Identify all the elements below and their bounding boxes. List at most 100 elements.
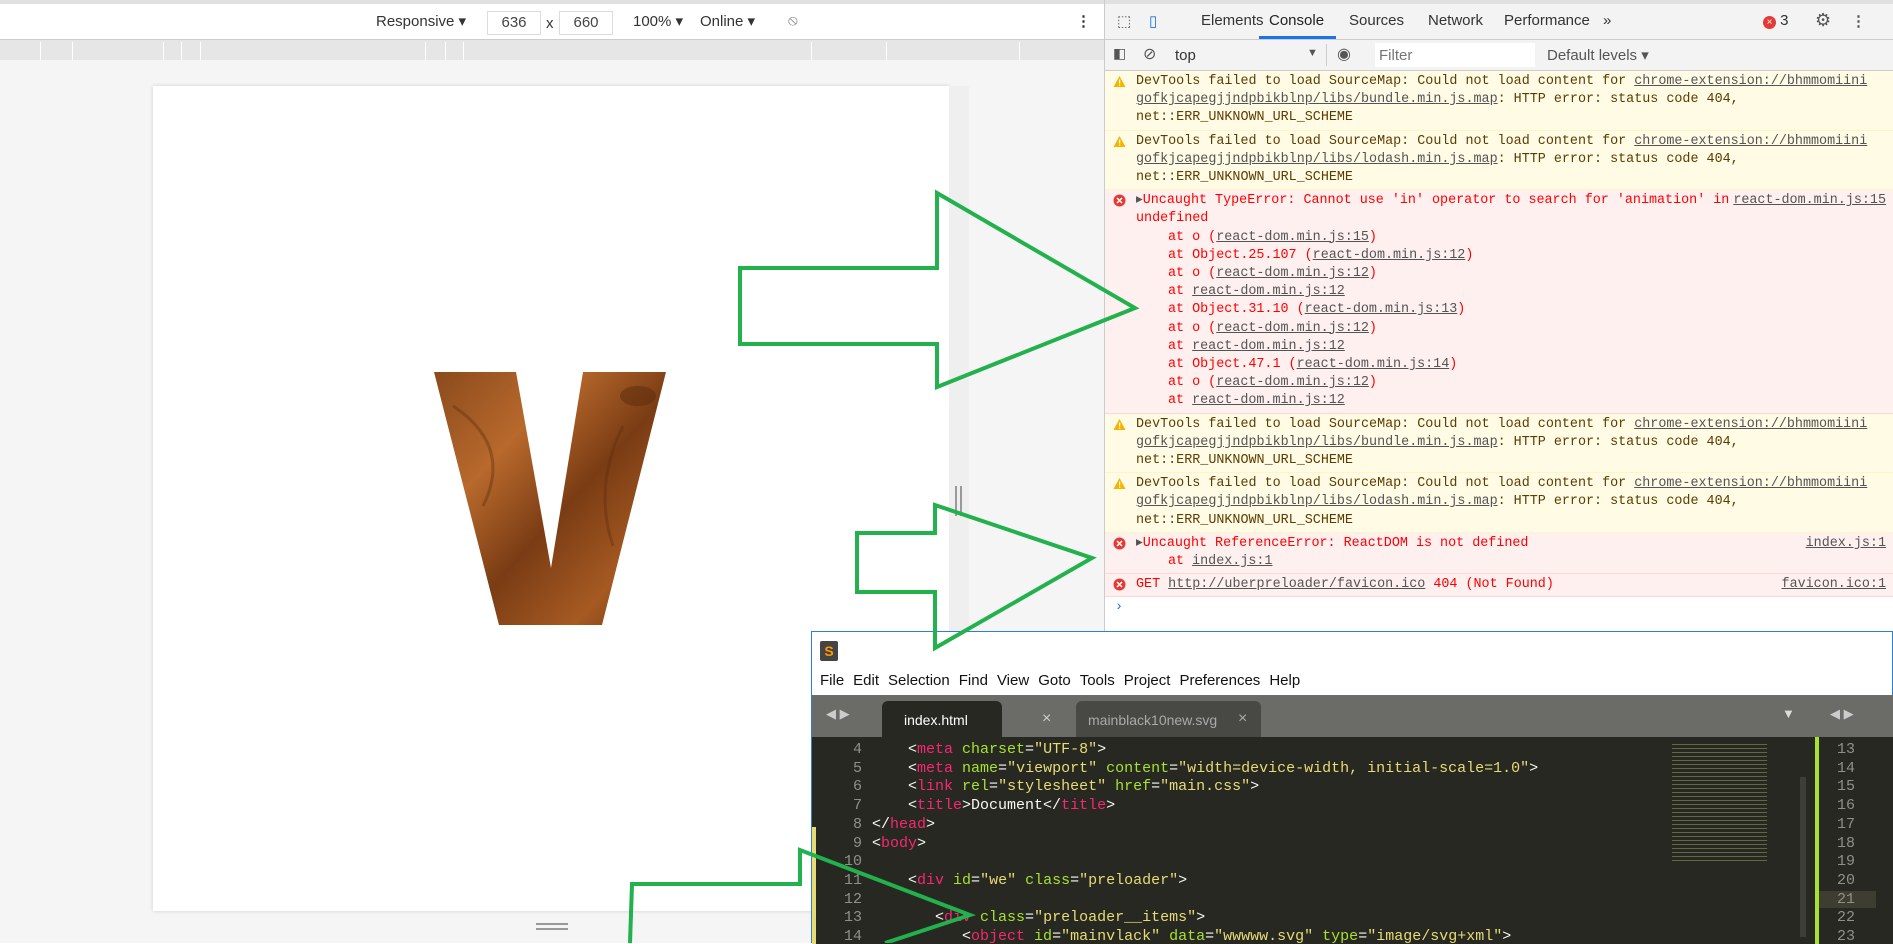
code-token: "UTF-8"	[1034, 741, 1098, 758]
menu-item-file[interactable]: File	[820, 672, 844, 689]
tab-nav-arrows-icon[interactable]: ◀ ▶	[826, 706, 850, 722]
menu-item-selection[interactable]: Selection	[888, 672, 950, 689]
editor-scrollbar[interactable]	[1800, 777, 1806, 937]
stack-frame: at o (react-dom.min.js:12)	[1136, 374, 1886, 392]
menu-item-project[interactable]: Project	[1124, 672, 1171, 689]
stack-link[interactable]: react-dom.min.js:12	[1216, 266, 1369, 281]
throttle-select[interactable]: Online ▾	[700, 12, 755, 30]
stack-link[interactable]: react-dom.min.js:12	[1216, 375, 1369, 390]
stack-link[interactable]: react-dom.min.js:12	[1192, 284, 1345, 299]
stack-prefix: at Object.31.10 (	[1168, 302, 1305, 318]
tab-network[interactable]: Network	[1428, 12, 1483, 29]
device-toolbar-toggle-icon[interactable]: ▯	[1149, 12, 1157, 30]
side-line-number: 14	[1837, 759, 1856, 777]
code-token: <	[872, 778, 918, 796]
close-tab-icon[interactable]: ×	[1238, 710, 1247, 728]
stack-link[interactable]: react-dom.min.js:12	[1313, 248, 1466, 263]
stack-link[interactable]: react-dom.min.js:12	[1192, 393, 1345, 408]
context-select[interactable]: top ▼	[1167, 44, 1327, 66]
secondary-pane-gutter: 13141516171819202122232425	[1819, 737, 1893, 944]
source-link[interactable]: favicon.ico:1	[1782, 576, 1886, 594]
stack-link[interactable]: react-dom.min.js:15	[1216, 230, 1369, 245]
context-label: top	[1175, 47, 1196, 64]
settings-gear-icon[interactable]: ⚙	[1815, 10, 1831, 31]
line-number: 5	[852, 759, 862, 777]
stack-link[interactable]: react-dom.min.js:13	[1305, 302, 1458, 317]
menu-item-goto[interactable]: Goto	[1038, 672, 1071, 689]
menu-item-view[interactable]: View	[997, 672, 1029, 689]
menu-item-find[interactable]: Find	[959, 672, 988, 689]
line-number: 6	[852, 778, 862, 796]
tab-console[interactable]: Console	[1259, 12, 1337, 39]
more-options-icon[interactable]: ⋮	[1076, 12, 1091, 30]
expand-triangle-icon[interactable]: ▸	[1136, 193, 1143, 208]
tab-mainblack10new-svg[interactable]: mainblack10new.svg ×	[1076, 701, 1261, 737]
height-input[interactable]: 660	[559, 11, 613, 35]
bottom-resize-handle[interactable]	[536, 923, 568, 925]
error-counter[interactable]: × 3	[1763, 12, 1789, 29]
menu-item-tools[interactable]: Tools	[1080, 672, 1115, 689]
menu-item-help[interactable]: Help	[1269, 672, 1300, 689]
code-token: type	[1313, 928, 1359, 944]
message-text: ▸Uncaught ReferenceError: ReactDOM is no…	[1136, 535, 1886, 553]
stack-prefix: at Object.25.107 (	[1168, 247, 1313, 263]
message-text: DevTools failed to load SourceMap: Could…	[1136, 133, 1886, 188]
log-levels-select[interactable]: Default levels ▾	[1547, 46, 1649, 64]
console-prompt[interactable]: ›	[1105, 597, 1893, 619]
menu-item-edit[interactable]: Edit	[853, 672, 879, 689]
tab-nav-arrows-right-icon[interactable]: ◀ ▶	[1830, 706, 1854, 722]
stack-prefix: at o (	[1168, 375, 1217, 391]
message-part: DevTools failed to load SourceMap: Could…	[1136, 133, 1635, 149]
code-token: =	[1025, 909, 1035, 927]
more-tabs-button[interactable]: »	[1603, 12, 1611, 29]
eye-icon[interactable]: ◉	[1337, 44, 1351, 64]
expand-triangle-icon[interactable]: ▸	[1136, 536, 1143, 551]
code-token: head	[890, 815, 927, 833]
minimap[interactable]	[1672, 741, 1767, 861]
media-query-bar[interactable]	[0, 40, 1104, 60]
stack-prefix: at o (	[1168, 266, 1217, 282]
menu-bar: File Edit Selection Find View Goto Tools Projec…	[820, 672, 1309, 689]
code-token: div	[944, 909, 972, 927]
chevron-down-icon: ▼	[1307, 47, 1318, 59]
code-token: meta	[917, 759, 954, 777]
zoom-select[interactable]: 100% ▾	[633, 12, 683, 30]
code-token: </	[872, 815, 891, 833]
inspect-element-icon[interactable]: ⬚	[1117, 12, 1131, 30]
stack-prefix: at o (	[1168, 320, 1217, 336]
line-number: 10	[843, 853, 862, 871]
code-token: "we"	[980, 871, 1017, 889]
clear-console-icon[interactable]: ⊘	[1143, 44, 1156, 64]
source-link[interactable]: index.js:1	[1806, 535, 1886, 553]
code-token: >	[1196, 909, 1206, 927]
dimension-separator: x	[546, 15, 554, 32]
device-select[interactable]: Responsive ▾	[376, 12, 466, 30]
rotate-icon[interactable]: ⦸	[788, 12, 798, 29]
code-token: "mainvlack"	[1061, 928, 1161, 944]
tab-performance[interactable]: Performance	[1504, 12, 1590, 29]
tab-sources[interactable]: Sources	[1349, 12, 1404, 29]
tab-elements[interactable]: Elements	[1201, 12, 1264, 29]
stack-link[interactable]: react-dom.min.js:12	[1216, 321, 1369, 336]
source-link[interactable]: react-dom.min.js:15	[1733, 192, 1886, 210]
stack-frame: at react-dom.min.js:12	[1136, 338, 1886, 356]
tab-label: index.html	[904, 712, 968, 728]
code-token: >	[1502, 928, 1512, 944]
stack-link[interactable]: index.js:1	[1192, 554, 1272, 569]
sidebar-toggle-icon[interactable]: ◧	[1113, 45, 1126, 62]
stack-link[interactable]: react-dom.min.js:12	[1192, 339, 1345, 354]
width-input[interactable]: 636	[487, 11, 541, 35]
filter-input[interactable]	[1375, 43, 1535, 67]
message-part: 404 (Not Found)	[1425, 577, 1554, 593]
tab-index-html[interactable]: index.html ×	[882, 701, 1051, 737]
devtools-menu-icon[interactable]: ⋮	[1851, 12, 1866, 30]
code-token: >Document</	[962, 797, 1062, 815]
sublime-text-window: S File Edit Selection Find View Goto Tools Proj…	[811, 631, 1893, 944]
code-editor[interactable]: 13141516171819202122232425 4 <meta chars…	[812, 737, 1893, 944]
close-tab-icon[interactable]: ×	[1042, 710, 1051, 728]
error-icon	[1113, 194, 1126, 207]
stack-link[interactable]: react-dom.min.js:14	[1297, 357, 1450, 372]
tab-list-dropdown-icon[interactable]: ▼	[1782, 706, 1795, 721]
message-link[interactable]: http://uberpreloader/favicon.ico	[1168, 577, 1425, 592]
menu-item-preferences[interactable]: Preferences	[1179, 672, 1260, 689]
